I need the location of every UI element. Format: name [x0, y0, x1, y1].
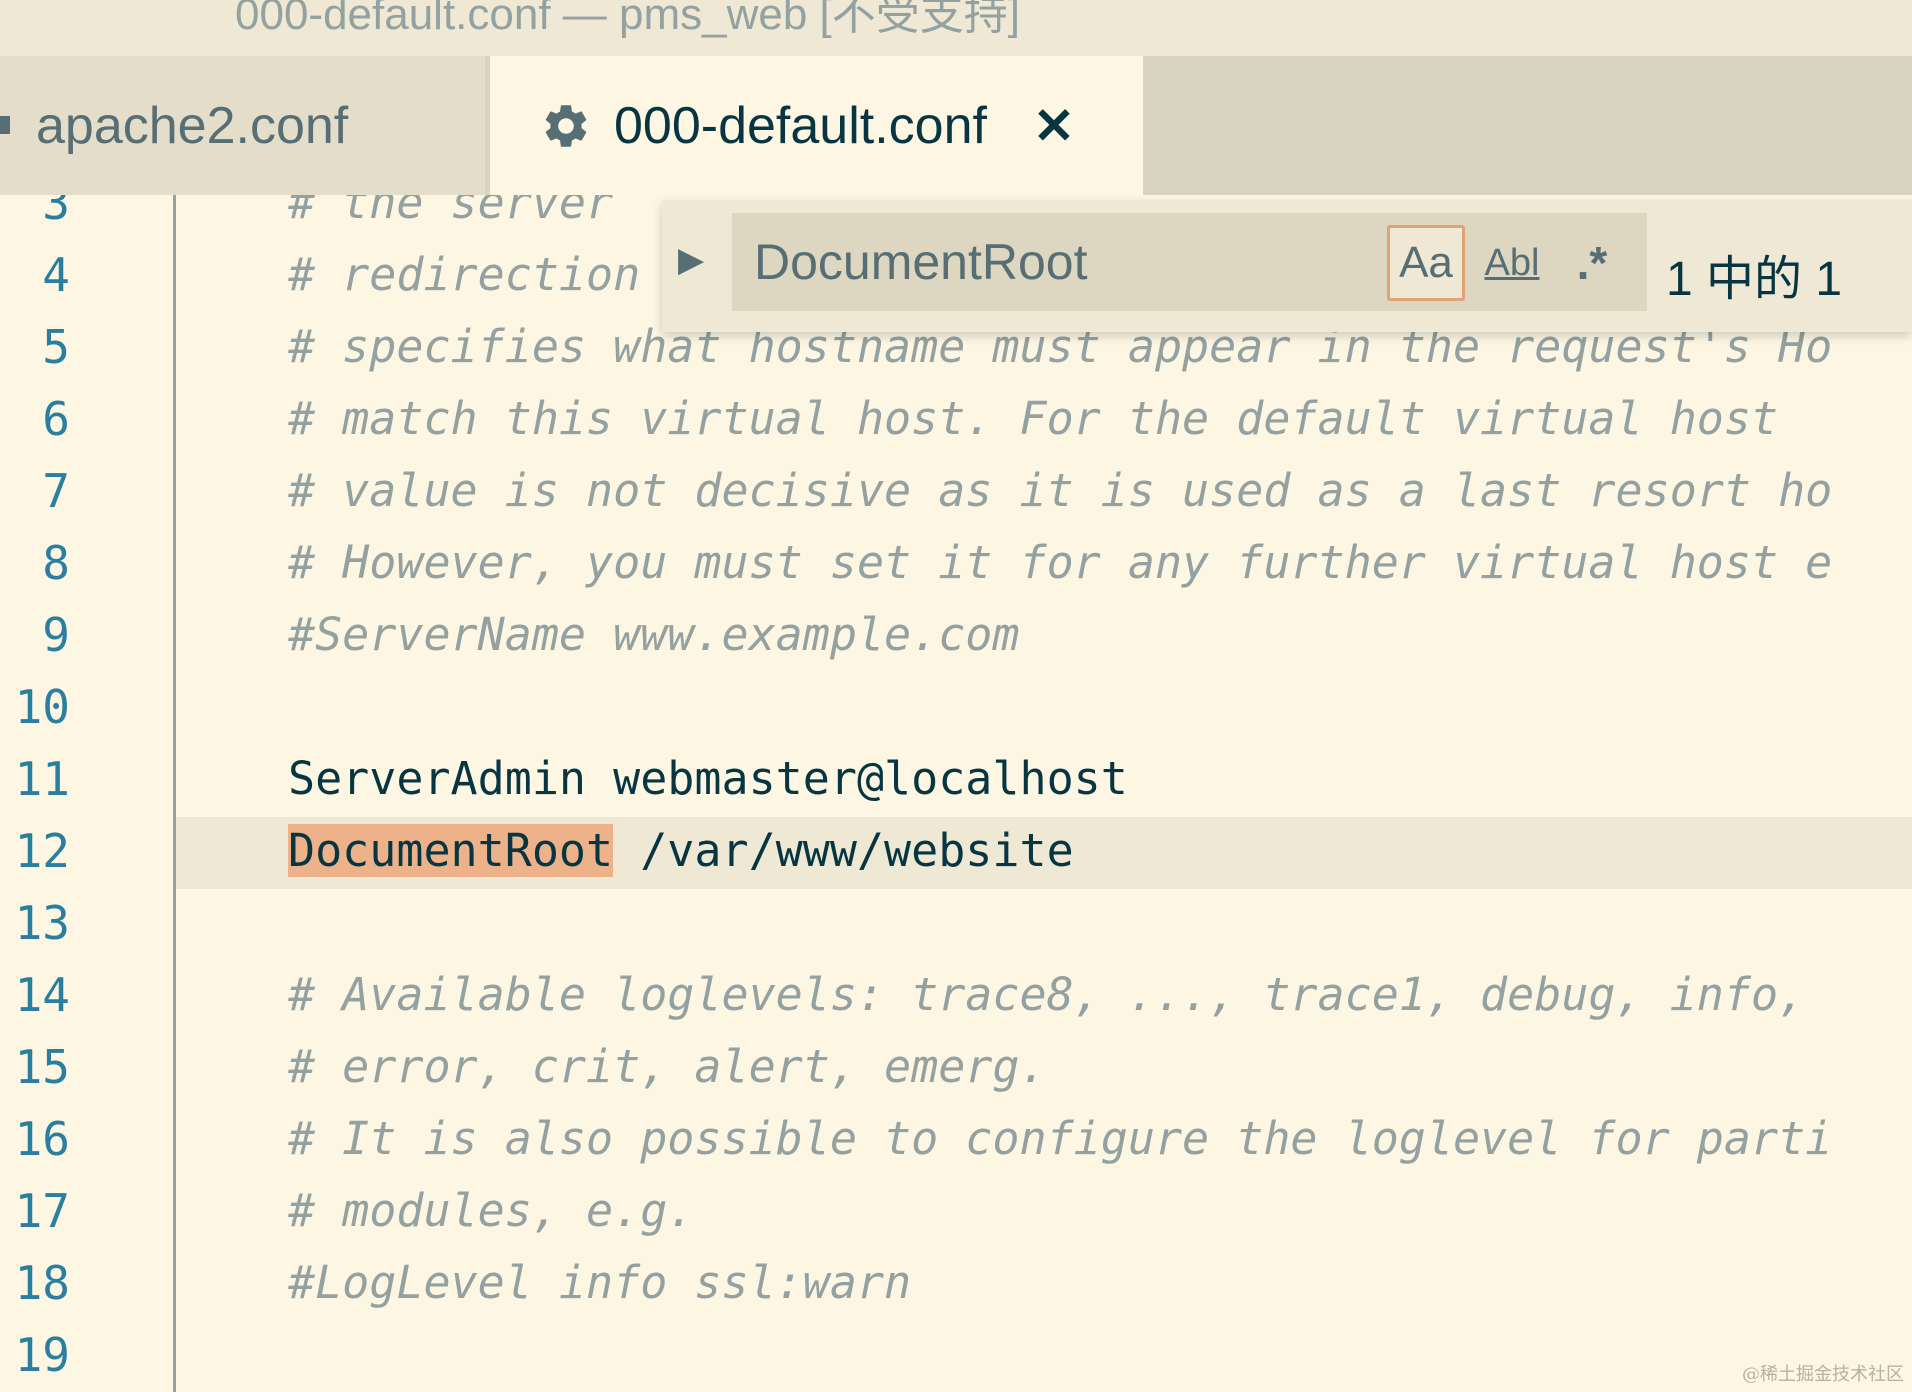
code-line: DocumentRoot /var/www/website [288, 815, 1074, 887]
watermark: @稀土掘金技术社区 [1742, 1364, 1904, 1385]
line-number: 9 [42, 608, 70, 662]
line-number: 8 [42, 536, 70, 590]
chevron-right-icon[interactable]: ▶ [678, 240, 704, 280]
find-widget: ▶ DocumentRoot Aa Abl .* 1 中的 1 [662, 200, 1912, 332]
code-line: # redirection [288, 248, 641, 301]
code-line: #ServerName www.example.com [288, 608, 1020, 661]
code-editor[interactable]: 3 # the server 4 # redirection 5 # specifies … [0, 195, 1912, 1392]
line-number: 5 [42, 320, 70, 374]
line-number: 17 [14, 1184, 70, 1238]
line-number: 19 [14, 1328, 70, 1382]
line-number: 4 [42, 248, 70, 302]
code-line: # value is not decisive as it is used as… [288, 464, 1833, 517]
code-line: #LogLevel info ssl:warn [288, 1256, 912, 1309]
close-icon[interactable]: ✕ [1033, 97, 1075, 155]
line-number: 13 [14, 896, 70, 950]
title-bar: 000-default.conf — pms_web [不受支持] [0, 0, 1912, 56]
line-number: 12 [14, 824, 70, 878]
tab-000-default-conf[interactable]: 000-default.conf ✕ [490, 56, 1143, 195]
line-number: 15 [14, 1040, 70, 1094]
search-match-highlight: DocumentRoot [288, 824, 614, 877]
match-whole-word-button[interactable]: Abl [1477, 225, 1547, 301]
line-number: 7 [42, 464, 70, 518]
find-result-count: 1 中的 1 [1666, 253, 1843, 306]
tab-label: 000-default.conf [614, 96, 987, 155]
tab-label: apache2.conf [36, 96, 349, 155]
line-number: 16 [14, 1112, 70, 1166]
code-line: # Available loglevels: trace8, ..., trac… [288, 968, 1806, 1021]
code-line: # However, you must set it for any furth… [288, 536, 1833, 589]
line-number: 10 [14, 680, 70, 734]
line-number: 6 [42, 392, 70, 446]
code-line: # modules, e.g. [288, 1184, 695, 1237]
tab-icon-fragment [0, 116, 10, 134]
gear-icon [540, 100, 592, 152]
match-case-button[interactable]: Aa [1387, 225, 1465, 301]
find-query: DocumentRoot [754, 234, 1088, 290]
tab-bar: apache2.conf 000-default.conf ✕ [0, 56, 1912, 195]
code-text: /var/www/website [613, 824, 1074, 877]
line-number: 18 [14, 1256, 70, 1310]
line-number: 14 [14, 968, 70, 1022]
code-line: # It is also possible to configure the l… [288, 1112, 1833, 1165]
tab-apache2-conf[interactable]: apache2.conf [0, 56, 485, 195]
line-number: 3 [42, 195, 70, 230]
code-line: # match this virtual host. For the defau… [288, 392, 1779, 445]
find-input[interactable]: DocumentRoot Aa Abl .* [732, 213, 1647, 311]
window-title: 000-default.conf — pms_web [不受支持] [235, 0, 1020, 39]
code-line: # the server [288, 195, 614, 229]
line-number: 11 [14, 752, 70, 806]
code-line: # error, crit, alert, emerg. [288, 1040, 1047, 1093]
regex-button[interactable]: .* [1557, 225, 1627, 301]
code-line: ServerAdmin webmaster@localhost [288, 752, 1128, 805]
